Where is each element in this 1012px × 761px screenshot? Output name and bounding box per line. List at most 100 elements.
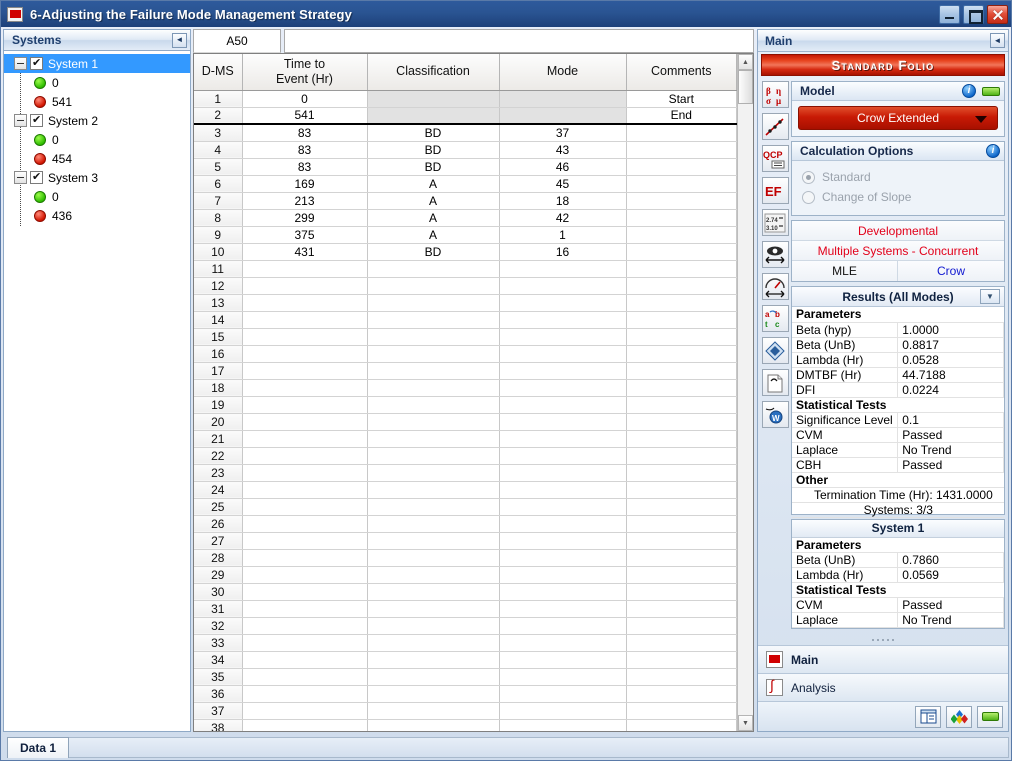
cell-comments[interactable] [626, 311, 737, 328]
row-header-cell[interactable]: 21 [194, 430, 242, 447]
cell-comments[interactable] [626, 702, 737, 719]
scroll-down-icon[interactable]: ▼ [738, 715, 753, 731]
cell-time-to-event[interactable] [242, 260, 367, 277]
cell-mode[interactable]: 43 [499, 141, 626, 158]
table-row[interactable]: 29 [194, 566, 737, 583]
cell-comments[interactable] [626, 532, 737, 549]
cell-mode[interactable] [499, 345, 626, 362]
cell-time-to-event[interactable] [242, 566, 367, 583]
row-header-cell[interactable]: 33 [194, 634, 242, 651]
tree-node-system-2[interactable]: System 2 [4, 111, 190, 130]
tree-node-system-3[interactable]: System 3 [4, 168, 190, 187]
row-header-cell[interactable]: 14 [194, 311, 242, 328]
config-crow[interactable]: Crow [898, 261, 1004, 281]
row-header-cell[interactable]: 12 [194, 277, 242, 294]
expander-icon[interactable] [14, 114, 27, 127]
minimize-button[interactable] [939, 5, 960, 24]
table-row[interactable]: 27 [194, 532, 737, 549]
cell-time-to-event[interactable] [242, 481, 367, 498]
cell-time-to-event[interactable] [242, 583, 367, 600]
cell-mode[interactable] [499, 396, 626, 413]
cell-time-to-event[interactable] [242, 294, 367, 311]
cell-mode[interactable] [499, 90, 626, 107]
cell-time-to-event[interactable]: 299 [242, 209, 367, 226]
tree-leaf-system-2-start[interactable]: 0 [4, 130, 190, 149]
cell-classification[interactable] [367, 447, 499, 464]
row-header-cell[interactable]: 26 [194, 515, 242, 532]
cell-reference-box[interactable]: A50 [193, 29, 281, 53]
table-row[interactable]: 6169A45 [194, 175, 737, 192]
cell-comments[interactable] [626, 260, 737, 277]
cell-time-to-event[interactable] [242, 362, 367, 379]
cell-comments[interactable] [626, 175, 737, 192]
cell-time-to-event[interactable] [242, 413, 367, 430]
cell-comments[interactable] [626, 481, 737, 498]
column-header-dms[interactable]: D-MS [194, 54, 242, 90]
table-row[interactable]: 10Start [194, 90, 737, 107]
cell-classification[interactable] [367, 515, 499, 532]
table-row[interactable]: 14 [194, 311, 737, 328]
row-header-cell[interactable]: 7 [194, 192, 242, 209]
table-row[interactable]: 2541End [194, 107, 737, 124]
cell-mode[interactable]: 42 [499, 209, 626, 226]
table-row[interactable]: 33 [194, 634, 737, 651]
row-header-cell[interactable]: 35 [194, 668, 242, 685]
cell-classification[interactable]: A [367, 175, 499, 192]
table-row[interactable]: 30 [194, 583, 737, 600]
cell-classification[interactable] [367, 481, 499, 498]
row-header-cell[interactable]: 32 [194, 617, 242, 634]
cell-classification[interactable] [367, 328, 499, 345]
table-row[interactable]: 11 [194, 260, 737, 277]
cell-comments[interactable]: End [626, 107, 737, 124]
cell-classification[interactable] [367, 685, 499, 702]
cell-mode[interactable] [499, 413, 626, 430]
scrollbar-thumb[interactable] [738, 70, 753, 104]
table-row[interactable]: 7213A18 [194, 192, 737, 209]
row-header-cell[interactable]: 36 [194, 685, 242, 702]
row-header-cell[interactable]: 2 [194, 107, 242, 124]
cell-time-to-event[interactable]: 213 [242, 192, 367, 209]
cell-classification[interactable] [367, 362, 499, 379]
cell-mode[interactable] [499, 566, 626, 583]
cell-time-to-event[interactable] [242, 277, 367, 294]
maximize-button[interactable] [963, 5, 984, 24]
cell-classification[interactable] [367, 651, 499, 668]
cell-comments[interactable] [626, 192, 737, 209]
cell-time-to-event[interactable] [242, 634, 367, 651]
cell-classification[interactable] [367, 294, 499, 311]
row-header-cell[interactable]: 27 [194, 532, 242, 549]
cell-time-to-event[interactable] [242, 515, 367, 532]
info-icon[interactable]: i [962, 84, 976, 98]
cell-comments[interactable] [626, 651, 737, 668]
cell-time-to-event[interactable] [242, 345, 367, 362]
cell-classification[interactable] [367, 107, 499, 124]
cell-classification[interactable] [367, 430, 499, 447]
cell-classification[interactable] [367, 532, 499, 549]
row-header-cell[interactable]: 38 [194, 719, 242, 731]
cell-comments[interactable] [626, 549, 737, 566]
cell-comments[interactable] [626, 447, 737, 464]
diamond-icon[interactable] [762, 337, 789, 364]
cell-mode[interactable]: 37 [499, 124, 626, 141]
row-header-cell[interactable]: 34 [194, 651, 242, 668]
cell-comments[interactable] [626, 685, 737, 702]
cell-comments[interactable] [626, 430, 737, 447]
column-header-comments[interactable]: Comments [626, 54, 737, 90]
table-row[interactable]: 19 [194, 396, 737, 413]
color-diamond-icon[interactable] [946, 706, 972, 728]
cell-classification[interactable]: BD [367, 141, 499, 158]
cell-classification[interactable] [367, 396, 499, 413]
row-header-cell[interactable]: 30 [194, 583, 242, 600]
cell-comments[interactable] [626, 328, 737, 345]
cell-time-to-event[interactable] [242, 396, 367, 413]
cell-classification[interactable] [367, 464, 499, 481]
table-row[interactable]: 38 [194, 719, 737, 731]
table-row[interactable]: 18 [194, 379, 737, 396]
cell-time-to-event[interactable] [242, 447, 367, 464]
cell-mode[interactable]: 1 [499, 226, 626, 243]
table-row[interactable]: 21 [194, 430, 737, 447]
weibull-icon[interactable]: W [762, 401, 789, 428]
cell-time-to-event[interactable] [242, 685, 367, 702]
page-corner-icon[interactable] [762, 369, 789, 396]
cell-time-to-event[interactable] [242, 549, 367, 566]
